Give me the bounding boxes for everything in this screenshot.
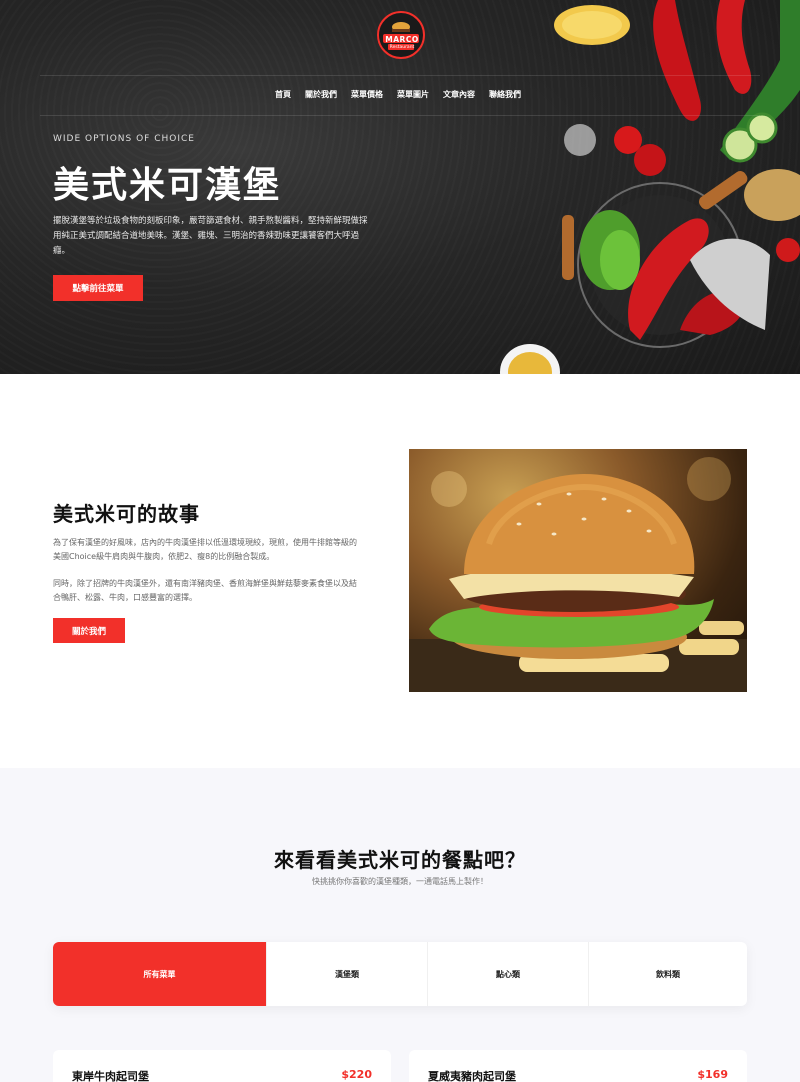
tab-drinks[interactable]: 飲料類 [588,942,747,1006]
menu-item-price: $220 [341,1068,372,1081]
tab-all-menu[interactable]: 所有菜單 [53,942,266,1006]
logo-text: MARCO [385,35,419,44]
menu-title: 來看看美式米可的餐點吧？ [274,848,526,872]
tab-snacks[interactable]: 點心類 [427,942,588,1006]
nav-item-home[interactable]: 首頁 [268,89,298,100]
menu-subtitle: 快挑挑你你喜歡的漢堡種類，一通電話馬上製作！ [312,877,488,886]
about-us-button[interactable]: 關於我們 [53,618,125,643]
vegetables-photo [554,0,800,348]
hero-eyebrow: WIDE OPTIONS OF CHOICE [53,134,195,144]
menu-section: 來看看美式米可的餐點吧？ 快挑挑你你喜歡的漢堡種類，一通電話馬上製作！ 所有菜單… [0,768,800,1082]
burger-photo [409,449,747,692]
story-paragraph-1: 為了保有漢堡的好風味，店內的牛肉漢堡排以低溫環境現絞，現煎，使用牛排館等級的美國… [53,538,357,561]
nav-divider-bottom [40,115,760,116]
story-title: 美式米可的故事 [53,502,200,526]
menu-tabs: 所有菜單 漢堡類 點心類 飲料類 [53,942,747,1006]
nav-item-articles[interactable]: 文章內容 [436,89,482,100]
hero-title: 美式米可漢堡 [53,165,282,206]
menu-item-price: $169 [697,1068,728,1081]
tab-burgers[interactable]: 漢堡類 [266,942,427,1006]
menu-item-name: 夏威夷豬肉起司堡 [428,1070,516,1082]
nav-item-menu-prices[interactable]: 菜單價格 [344,89,390,100]
go-to-menu-button[interactable]: 點擊前往菜單 [53,275,143,301]
logo-subtext: Restaurant [389,45,415,50]
main-nav: 首頁 關於我們 菜單價格 菜單圖片 文章內容 聯絡我們 [268,89,528,100]
hero-description: 擺脫漢堡等於垃圾食物的刻板印象，嚴苛篩選食材、親手熬製醬料，堅持新鮮現做採用純正… [53,216,368,256]
nav-item-about[interactable]: 關於我們 [298,89,344,100]
menu-item-card[interactable]: 東岸牛肉起司堡 $220 [53,1050,391,1082]
story-section: 美式米可的故事 為了保有漢堡的好風味，店內的牛肉漢堡排以低溫環境現絞，現煎，使用… [0,374,800,768]
nav-item-contact[interactable]: 聯絡我們 [482,89,528,100]
menu-item-card[interactable]: 夏威夷豬肉起司堡 $169 [409,1050,747,1082]
hero-section: MARCO Restaurant 首頁 關於我們 菜單價格 菜單圖片 文章內容 … [0,0,800,374]
nav-item-menu-images[interactable]: 菜單圖片 [390,89,436,100]
oil-bowl [500,344,560,374]
menu-item-name: 東岸牛肉起司堡 [72,1070,149,1082]
story-paragraph-2: 同時，除了招牌的牛肉漢堡外，還有南洋豬肉堡、香煎海鮮堡與鮮菇藜麥素食堡以及結合鴨… [53,579,357,602]
nav-divider-top [40,75,760,76]
